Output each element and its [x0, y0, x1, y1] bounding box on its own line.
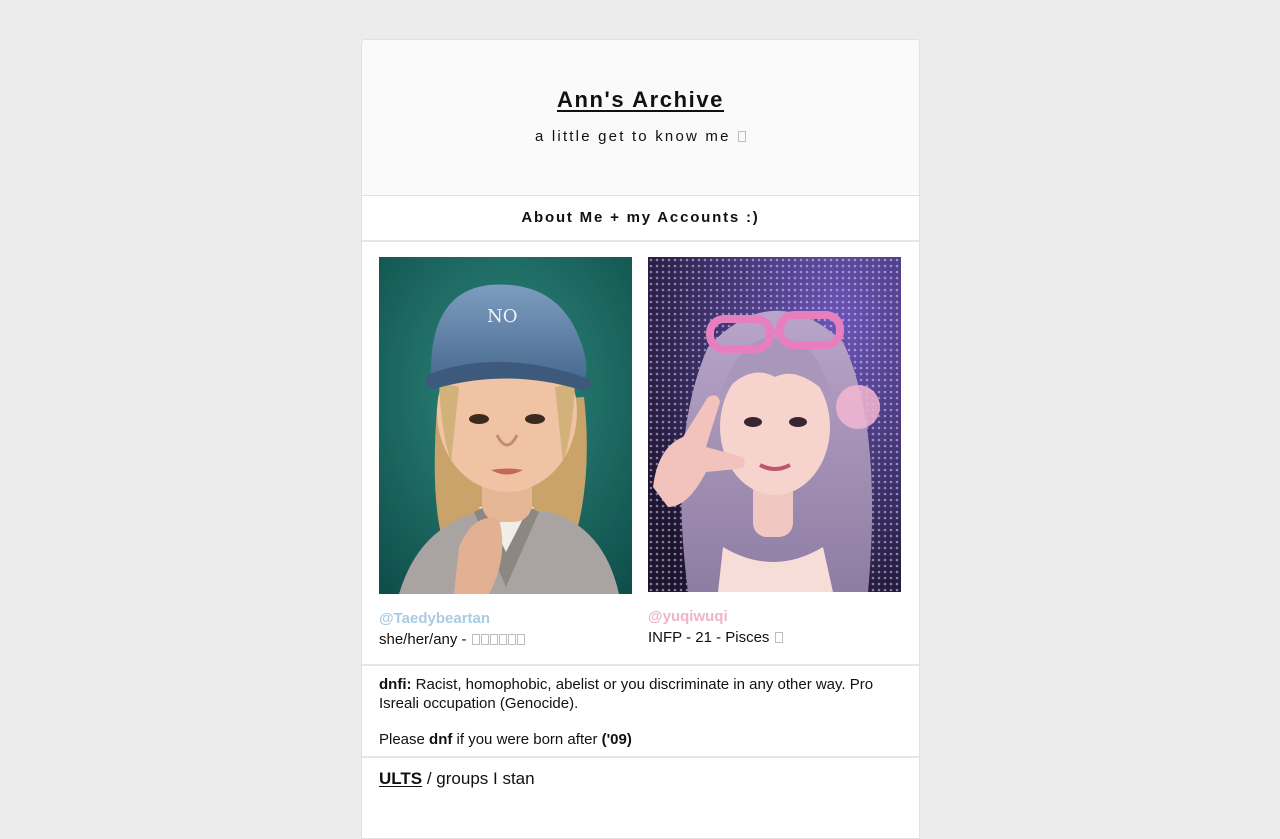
account-photo-1: NO [379, 257, 632, 594]
account-handle-1[interactable]: @Taedybeartan [379, 610, 632, 627]
please-mid: if you were born after [456, 731, 598, 748]
please-year: ('09) [601, 731, 632, 748]
account-info-text-1: she/her/any - [379, 631, 467, 648]
accounts-section: NO @Taedybeartan she/her/any - @yuqiwuqi… [362, 242, 919, 666]
account-card-1: NO @Taedybeartan she/her/any - [379, 257, 632, 648]
page-header: Ann's Archive a little get to know me [362, 40, 919, 196]
account-photo-2 [648, 257, 901, 592]
account-info-1: she/her/any - [379, 631, 632, 648]
emoji-glyph-icon [507, 634, 516, 645]
emoji-glyph-icon [774, 632, 783, 643]
ults-link[interactable]: ULTS [379, 769, 422, 788]
emoji-glyph-icon [480, 634, 489, 645]
emoji-glyph-icon [498, 634, 507, 645]
ults-rest: / groups I stan [426, 769, 535, 788]
account-info-text-2: INFP - 21 - Pisces [648, 629, 770, 646]
emoji-glyph-icon [738, 131, 747, 142]
dnfi-text: Racist, homophobic, abelist or you discr… [379, 676, 874, 712]
emoji-glyph-icon [489, 634, 498, 645]
page-subtitle: a little get to know me [362, 128, 919, 145]
please-prefix: Please [379, 731, 425, 748]
please-dnf: dnf [429, 731, 453, 748]
account-info-2: INFP - 21 - Pisces [648, 629, 901, 646]
account-card-2: @yuqiwuqi INFP - 21 - Pisces [648, 257, 901, 646]
dnfi-section: dnfi: Racist, homophobic, abelist or you… [362, 666, 919, 758]
svg-text:NO: NO [487, 306, 518, 327]
emoji-glyph-icon [471, 634, 480, 645]
dnfi-label: dnfi: [379, 676, 412, 693]
page-title[interactable]: Ann's Archive [557, 87, 724, 113]
emoji-glyph-icon [516, 634, 525, 645]
born-after-notice: Please dnf if you were born after ('09) [379, 730, 902, 749]
subtitle-text: a little get to know me [534, 128, 731, 145]
about-heading: About Me + my Accounts :) [362, 196, 919, 242]
dnfi-paragraph: dnfi: Racist, homophobic, abelist or you… [379, 675, 902, 713]
account-handle-2[interactable]: @yuqiwuqi [648, 608, 901, 625]
profile-card: Ann's Archive a little get to know me Ab… [361, 39, 920, 839]
ults-section: ULTS / groups I stan [362, 758, 919, 800]
